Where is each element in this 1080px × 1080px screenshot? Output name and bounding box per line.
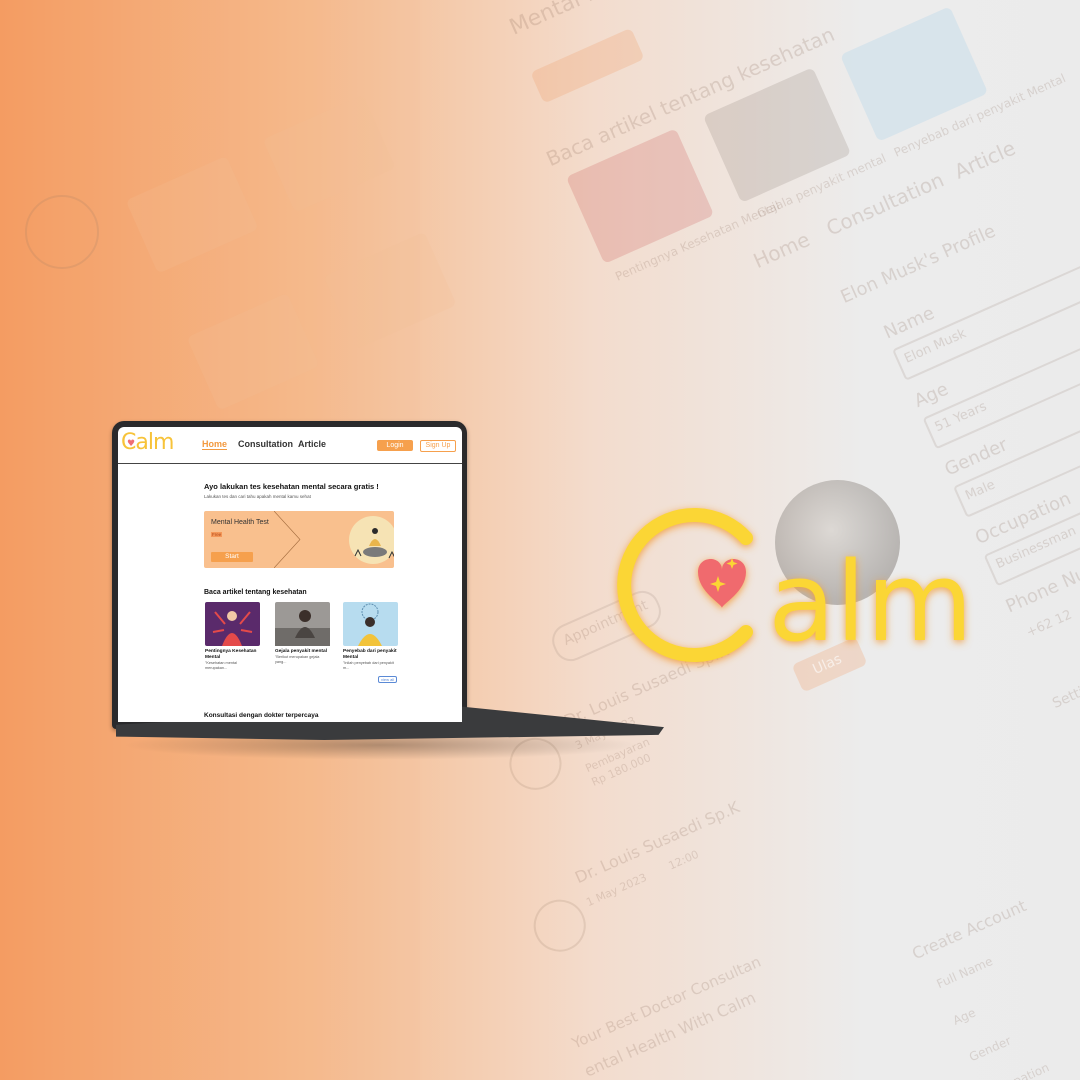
article-image-mental-symptoms (275, 602, 330, 646)
nav-consultation[interactable]: Consultation (238, 439, 293, 449)
article-image-mental-causes (343, 602, 398, 646)
mental-health-test-card: Mental Health Test Free Start (204, 511, 394, 568)
laptop-screen: Calm ♥ Home Consultation Article Login Si… (118, 427, 462, 722)
calm-brand-logo: alm (617, 500, 1018, 670)
test-card-title: Mental Health Test (211, 519, 269, 526)
article-desc: "Inilah penyebab dari penyakit m... (343, 661, 394, 670)
login-button[interactable]: Login (377, 440, 413, 451)
signup-button[interactable]: Sign Up (420, 440, 456, 452)
view-all-link[interactable]: view all (378, 676, 398, 683)
article-title: Pentingnya Kesehatan Mental (205, 649, 257, 660)
nav-article[interactable]: Article (298, 439, 326, 449)
article-card[interactable]: Pentingnya Kesehatan Mental "Kesehatan m… (205, 602, 260, 671)
articles-section-title: Baca artikel tentang kesehatan (204, 589, 307, 596)
article-card[interactable]: Gejala penyakit mental "Berikut merupaka… (275, 602, 330, 665)
hero-title: Ayo lakukan tes kesehatan mental secara … (204, 482, 379, 491)
nav-home[interactable]: Home (202, 439, 228, 450)
free-badge: Free (211, 532, 223, 537)
calm-logo-graphic: alm (617, 508, 973, 666)
meditation-illustration (349, 516, 394, 564)
article-card[interactable]: Penyebab dari penyakit Mental "Inilah pe… (343, 602, 398, 671)
navbar: Calm ♥ Home Consultation Article Login Si… (118, 427, 462, 464)
calm-logo[interactable]: Calm ♥ (121, 430, 174, 455)
heart-icon: ♥ (127, 439, 135, 449)
article-desc: "Berikut merupakan gejala yang... (275, 655, 320, 664)
start-test-button[interactable]: Start (211, 552, 253, 562)
hero-subtitle: Lakukan tes dan cari tahu apakah mental … (204, 494, 311, 499)
consult-section-title: Konsultasi dengan dokter terpercaya (204, 712, 319, 719)
banner-chevron-shape (274, 511, 301, 568)
article-image-mental-importance (205, 602, 260, 646)
article-title: Penyebab dari penyakit Mental (343, 649, 397, 660)
article-desc: "Kesehatan mental merupakan... (205, 661, 237, 670)
logo-wordmark: alm (768, 538, 973, 666)
